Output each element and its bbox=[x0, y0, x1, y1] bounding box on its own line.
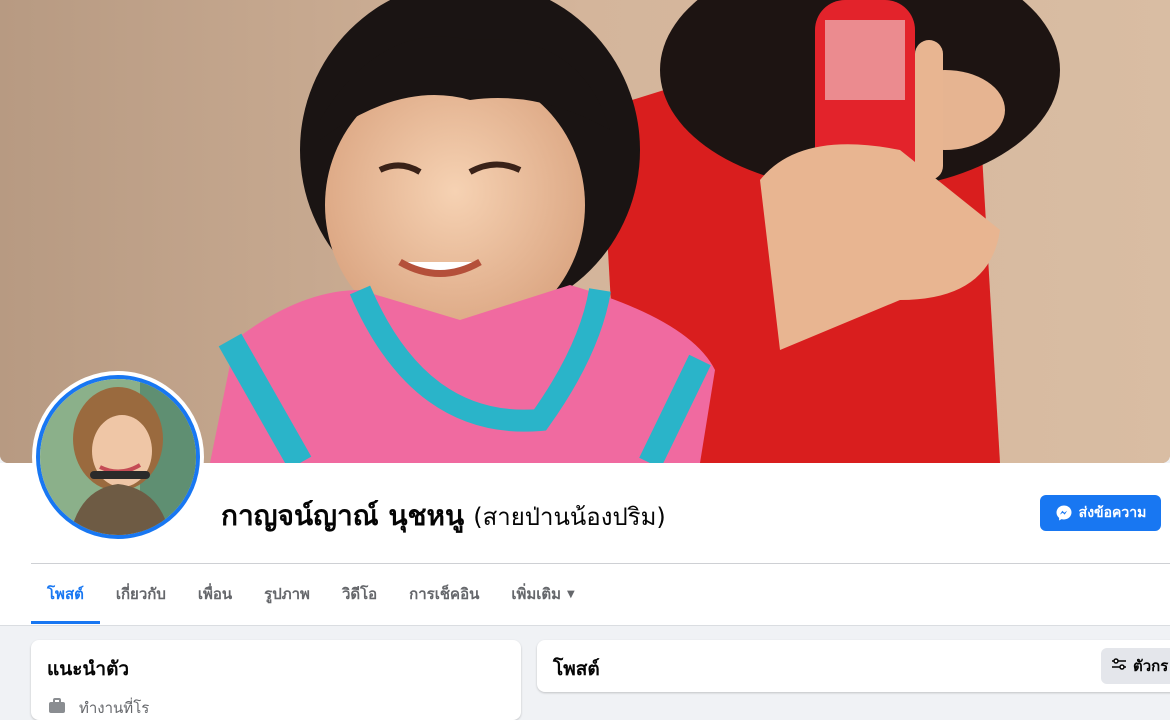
tab-about[interactable]: เกี่ยวกับ bbox=[100, 564, 182, 624]
tab-about-label: เกี่ยวกับ bbox=[115, 585, 166, 603]
caret-down-icon: ▼ bbox=[567, 588, 575, 600]
profile-alternate-name: (สายป่านน้องปริม) bbox=[473, 503, 666, 531]
send-message-button[interactable]: ส่งข้อความ bbox=[1040, 495, 1161, 531]
tab-more[interactable]: เพิ่มเติม ▼ bbox=[495, 564, 590, 624]
intro-work-item: ทำงานที่โร bbox=[47, 696, 149, 720]
avatar-image bbox=[40, 379, 196, 535]
tab-friends[interactable]: เพื่อน bbox=[182, 564, 248, 624]
tab-posts-label: โพสต์ bbox=[47, 585, 84, 603]
briefcase-icon bbox=[47, 696, 67, 720]
filter-button[interactable]: ตัวกร bbox=[1101, 648, 1170, 684]
tab-photos[interactable]: รูปภาพ bbox=[248, 564, 326, 624]
filter-label: ตัวกร bbox=[1133, 657, 1169, 675]
intro-title: แนะนำตัว bbox=[47, 658, 130, 680]
tab-more-label: เพิ่มเติม bbox=[511, 585, 562, 603]
intro-card: แนะนำตัว ทำงานที่โร bbox=[31, 640, 521, 720]
profile-display-name: กาญจน์ญาณ์ นุชหนู bbox=[221, 499, 465, 532]
profile-name: กาญจน์ญาณ์ นุชหนู (สายป่านน้องปริม) bbox=[221, 494, 666, 538]
avatar-photo bbox=[40, 379, 196, 535]
tab-videos-label: วิดีโอ bbox=[341, 585, 378, 603]
tab-photos-label: รูปภาพ bbox=[264, 585, 310, 603]
send-message-label: ส่งข้อความ bbox=[1078, 505, 1147, 521]
posts-card: โพสต์ ตัวกร bbox=[537, 640, 1170, 692]
posts-title: โพสต์ bbox=[553, 658, 600, 680]
tab-posts[interactable]: โพสต์ bbox=[31, 564, 100, 624]
tab-friends-label: เพื่อน bbox=[197, 585, 233, 603]
filter-sliders-icon bbox=[1111, 656, 1127, 676]
intro-work-text: ทำงานที่โร bbox=[79, 699, 150, 717]
profile-avatar[interactable] bbox=[32, 371, 204, 543]
profile-tabs: โพสต์ เกี่ยวกับ เพื่อน รูปภาพ วิดีโอ การ… bbox=[31, 564, 591, 624]
story-ring bbox=[36, 375, 200, 539]
tab-videos[interactable]: วิดีโอ bbox=[326, 564, 393, 624]
messenger-icon bbox=[1055, 504, 1073, 522]
tab-checkins[interactable]: การเช็คอิน bbox=[393, 564, 495, 624]
tab-checkins-label: การเช็คอิน bbox=[409, 585, 480, 603]
